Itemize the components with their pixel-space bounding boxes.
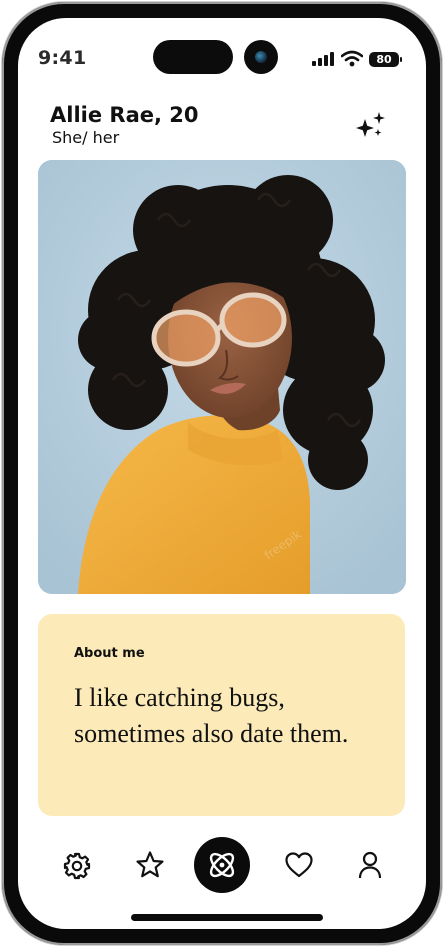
profile-photo[interactable]: freepik: [38, 160, 406, 594]
status-time: 9:41: [38, 47, 87, 69]
home-indicator[interactable]: [131, 914, 323, 921]
camera-lens: [255, 51, 267, 63]
about-text: I like catching bugs, sometimes also dat…: [74, 683, 349, 748]
profile-pronouns: She/ her: [52, 128, 120, 147]
person-icon[interactable]: [358, 851, 382, 879]
wifi-icon: [341, 50, 363, 67]
profile-photo-illustration: freepik: [38, 160, 406, 594]
atom-icon: [209, 852, 235, 878]
sparkle-icon[interactable]: [355, 111, 387, 141]
discover-button[interactable]: [194, 837, 250, 893]
signal-icon: [312, 52, 334, 66]
gear-icon[interactable]: [63, 852, 91, 880]
profile-name: Allie Rae, 20: [50, 103, 199, 127]
heart-icon[interactable]: [284, 851, 314, 879]
battery-icon: 80: [369, 52, 399, 67]
dynamic-island: [153, 40, 233, 74]
camera-icon: [244, 40, 278, 74]
star-icon[interactable]: [135, 850, 165, 880]
about-card: About me I like catching bugs, sometimes…: [38, 614, 405, 816]
about-heading: About me: [74, 646, 145, 661]
battery-tip: [400, 57, 402, 62]
